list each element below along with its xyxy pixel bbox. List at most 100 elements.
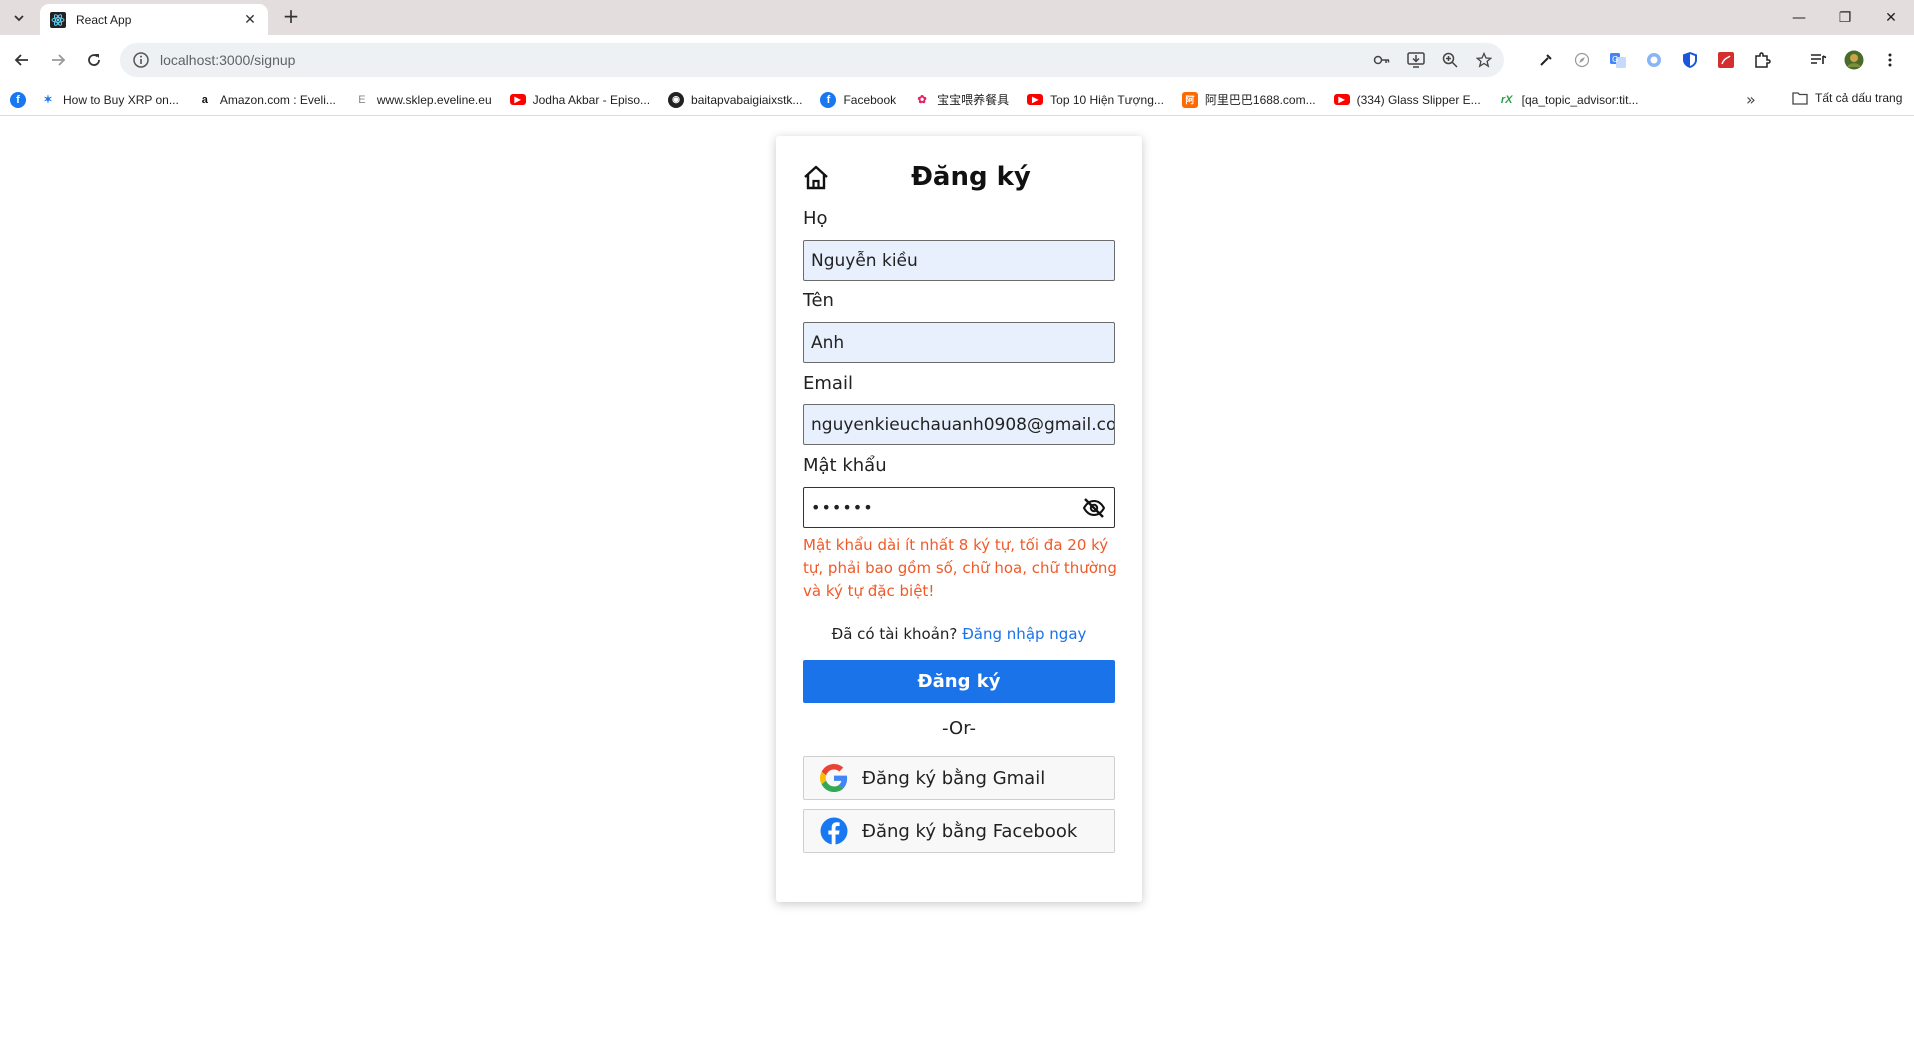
bookmark-label: 宝宝喂养餐具 (937, 93, 1010, 107)
more-bookmarks-icon[interactable]: » (1746, 90, 1756, 109)
google-icon (820, 764, 848, 792)
password-key-icon[interactable] (1372, 50, 1392, 70)
tab-strip: React App ✕ + — ❐ ✕ (0, 0, 1914, 35)
eyedropper-extension-icon[interactable] (1536, 50, 1556, 70)
puzzle-extensions-icon[interactable] (1752, 50, 1772, 70)
zoom-icon[interactable] (1440, 50, 1460, 70)
or-divider: -Or- (942, 718, 976, 739)
bookmark-item[interactable]: ▶ Top 10 Hiện Tượng... (1027, 93, 1164, 107)
youtube-icon: ▶ (1333, 94, 1350, 105)
email-input[interactable]: nguyenkieuchauanh0908@gmail.com (803, 404, 1115, 445)
media-queue-icon[interactable] (1808, 50, 1828, 70)
google-signup-button[interactable]: Đăng ký bằng Gmail (803, 756, 1115, 800)
folder-icon (1792, 92, 1808, 105)
reload-button[interactable] (76, 42, 112, 78)
eye-slash-icon[interactable] (1082, 497, 1106, 519)
first-name-input[interactable]: Anh (803, 322, 1115, 363)
last-name-input[interactable]: Nguyễn kiều (803, 240, 1115, 281)
url-text: localhost:3000/signup (160, 52, 296, 68)
bookmark-label: 阿里巴巴1688.com... (1204, 93, 1316, 107)
window-controls: — ❐ ✕ (1776, 0, 1914, 35)
circle-extension-icon[interactable] (1644, 50, 1664, 70)
new-tab-button[interactable]: + (280, 6, 302, 28)
bookmark-label: Amazon.com : Eveli... (219, 92, 336, 107)
all-bookmarks-label: Tất cả dấu trang (1815, 91, 1903, 105)
bookmark-item[interactable]: a Amazon.com : Eveli... (197, 92, 336, 108)
facebook-icon: f (820, 91, 837, 108)
site-info-icon[interactable] (132, 51, 150, 69)
page-title: Đăng ký (911, 162, 1031, 192)
extensions-bar: G (1536, 43, 1900, 77)
reload-icon (88, 53, 100, 66)
browser-tab[interactable]: React App ✕ (40, 4, 268, 35)
svg-text:G: G (1612, 55, 1618, 64)
alibaba-icon: 阿 (1181, 91, 1198, 108)
facebook-icon (820, 817, 848, 845)
all-bookmarks-button[interactable]: Tất cả dấu trang (1792, 91, 1902, 105)
eveline-icon: E (358, 93, 366, 106)
bookmark-item[interactable]: rX [qa_topic_advisor:tit... (1499, 92, 1639, 108)
bookmark-item[interactable]: f Facebook (820, 91, 896, 108)
password-input[interactable]: •••••• (803, 487, 1115, 528)
install-app-icon[interactable] (1406, 50, 1426, 70)
omnibox-actions (1372, 50, 1494, 70)
bookmark-item[interactable]: ▶ Jodha Akbar - Episo... (509, 92, 651, 107)
login-link[interactable]: Đăng nhập ngay (962, 625, 1086, 643)
youtube-icon: ▶ (1027, 94, 1044, 105)
email-label: Email (803, 373, 853, 394)
bookmark-label: [qa_topic_advisor:tit... (1521, 92, 1639, 107)
chevron-down-icon (14, 15, 24, 22)
bookmark-star-icon[interactable] (1474, 50, 1494, 70)
compass-extension-icon[interactable] (1572, 50, 1592, 70)
address-bar[interactable]: localhost:3000/signup (120, 43, 1504, 77)
flower-icon: ✿ (917, 94, 927, 106)
signup-submit-button[interactable]: Đăng ký (803, 660, 1115, 703)
restore-button[interactable]: ❐ (1822, 0, 1868, 35)
xrp-icon: ✶ (43, 94, 53, 106)
bookmark-label: baitapvabaigiaixstk... (691, 92, 803, 107)
youtube-icon: ▶ (509, 94, 526, 105)
google-signup-label: Đăng ký bằng Gmail (862, 767, 1046, 789)
more-menu-icon[interactable] (1880, 50, 1900, 70)
password-label: Mật khẩu (803, 455, 887, 476)
bookmarks-bar: f ✶ How to Buy XRP on... a Amazon.com : … (0, 84, 1914, 116)
advisor-icon: rX (1500, 93, 1513, 106)
close-window-button[interactable]: ✕ (1868, 0, 1914, 35)
translate-extension-icon[interactable]: G (1608, 50, 1628, 70)
facebook-signup-label: Đăng ký bằng Facebook (862, 820, 1078, 842)
bookmark-item[interactable]: 阿 阿里巴巴1688.com... (1181, 91, 1316, 108)
minimize-button[interactable]: — (1776, 0, 1822, 35)
bookmark-item[interactable]: ✿ 宝宝喂养餐具 (914, 91, 1010, 108)
facebook-signup-button[interactable]: Đăng ký bằng Facebook (803, 809, 1115, 853)
amazon-icon: a (201, 93, 208, 106)
tab-title: React App (76, 12, 132, 27)
bookmark-item[interactable]: ✶ How to Buy XRP on... (40, 92, 179, 108)
react-icon (50, 11, 66, 28)
tab-search-button[interactable] (8, 7, 30, 29)
bookmark-label: Top 10 Hiện Tượng... (1050, 92, 1164, 107)
toolbar-divider (1788, 50, 1792, 70)
first-name-label: Tên (803, 290, 834, 311)
bookmark-label: (334) Glass Slipper E... (1356, 92, 1481, 107)
back-button[interactable] (4, 42, 40, 78)
bookmark-label: www.sklep.eveline.eu (376, 92, 492, 107)
bookmark-item[interactable]: ◉ baitapvabaigiaixstk... (668, 91, 803, 108)
facebook-icon: f (10, 91, 26, 108)
profile-avatar[interactable] (1844, 50, 1864, 70)
bookmark-label: Jodha Akbar - Episo... (532, 92, 651, 107)
have-account-text: Đã có tài khoản? (831, 625, 958, 643)
bookmark-item[interactable]: E www.sklep.eveline.eu (354, 92, 492, 108)
arrow-right-icon (52, 53, 66, 66)
shield-extension-icon[interactable] (1680, 50, 1700, 70)
bookmark-item[interactable]: ▶ (334) Glass Slipper E... (1333, 92, 1481, 107)
password-value: •••••• (811, 498, 874, 517)
pdf-extension-icon[interactable] (1716, 50, 1736, 70)
forward-button[interactable] (40, 42, 76, 78)
globe-icon: ◉ (668, 91, 685, 108)
login-prompt: Đã có tài khoản? Đăng nhập ngay (776, 625, 1142, 643)
bookmark-facebook-shortcut[interactable]: f (10, 91, 26, 108)
close-tab-icon[interactable]: ✕ (242, 12, 258, 28)
bookmark-label: How to Buy XRP on... (63, 92, 179, 107)
password-error-message: Mật khẩu dài ít nhất 8 ký tự, tối đa 20 … (803, 536, 1117, 600)
arrow-left-icon (14, 53, 28, 66)
